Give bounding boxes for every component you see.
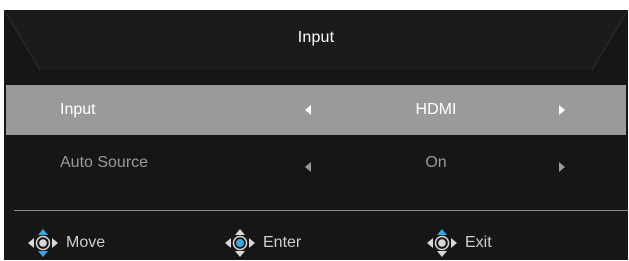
- hint-enter: Enter: [223, 228, 301, 258]
- page-title: Input: [297, 29, 335, 46]
- hint-label: Enter: [263, 234, 302, 251]
- menu-row-auto-source[interactable]: Auto Source On: [6, 138, 626, 188]
- dpad-up-icon: [427, 229, 457, 257]
- hint-exit: Exit: [425, 228, 492, 258]
- title-bar: Input: [4, 10, 628, 80]
- arrow-left-icon[interactable]: [305, 105, 311, 115]
- hint-label: Move: [66, 234, 106, 251]
- hint-label: Exit: [465, 234, 492, 251]
- menu-row-value: On: [425, 154, 447, 171]
- dpad-center-icon: [225, 229, 255, 257]
- menu-row-input[interactable]: Input HDMI: [6, 85, 626, 135]
- arrow-left-icon[interactable]: [305, 162, 311, 172]
- osd-panel: Input Input HDMI Auto Source On Move Ent…: [4, 10, 628, 260]
- arrow-right-icon[interactable]: [559, 105, 565, 115]
- menu-row-value: HDMI: [415, 101, 457, 118]
- dpad-up-down-icon: [28, 229, 58, 257]
- arrow-right-icon[interactable]: [559, 162, 565, 172]
- footer-divider: [14, 210, 628, 211]
- hint-move: Move: [26, 228, 105, 258]
- menu-row-label: Auto Source: [60, 154, 149, 171]
- menu-row-label: Input: [60, 101, 96, 118]
